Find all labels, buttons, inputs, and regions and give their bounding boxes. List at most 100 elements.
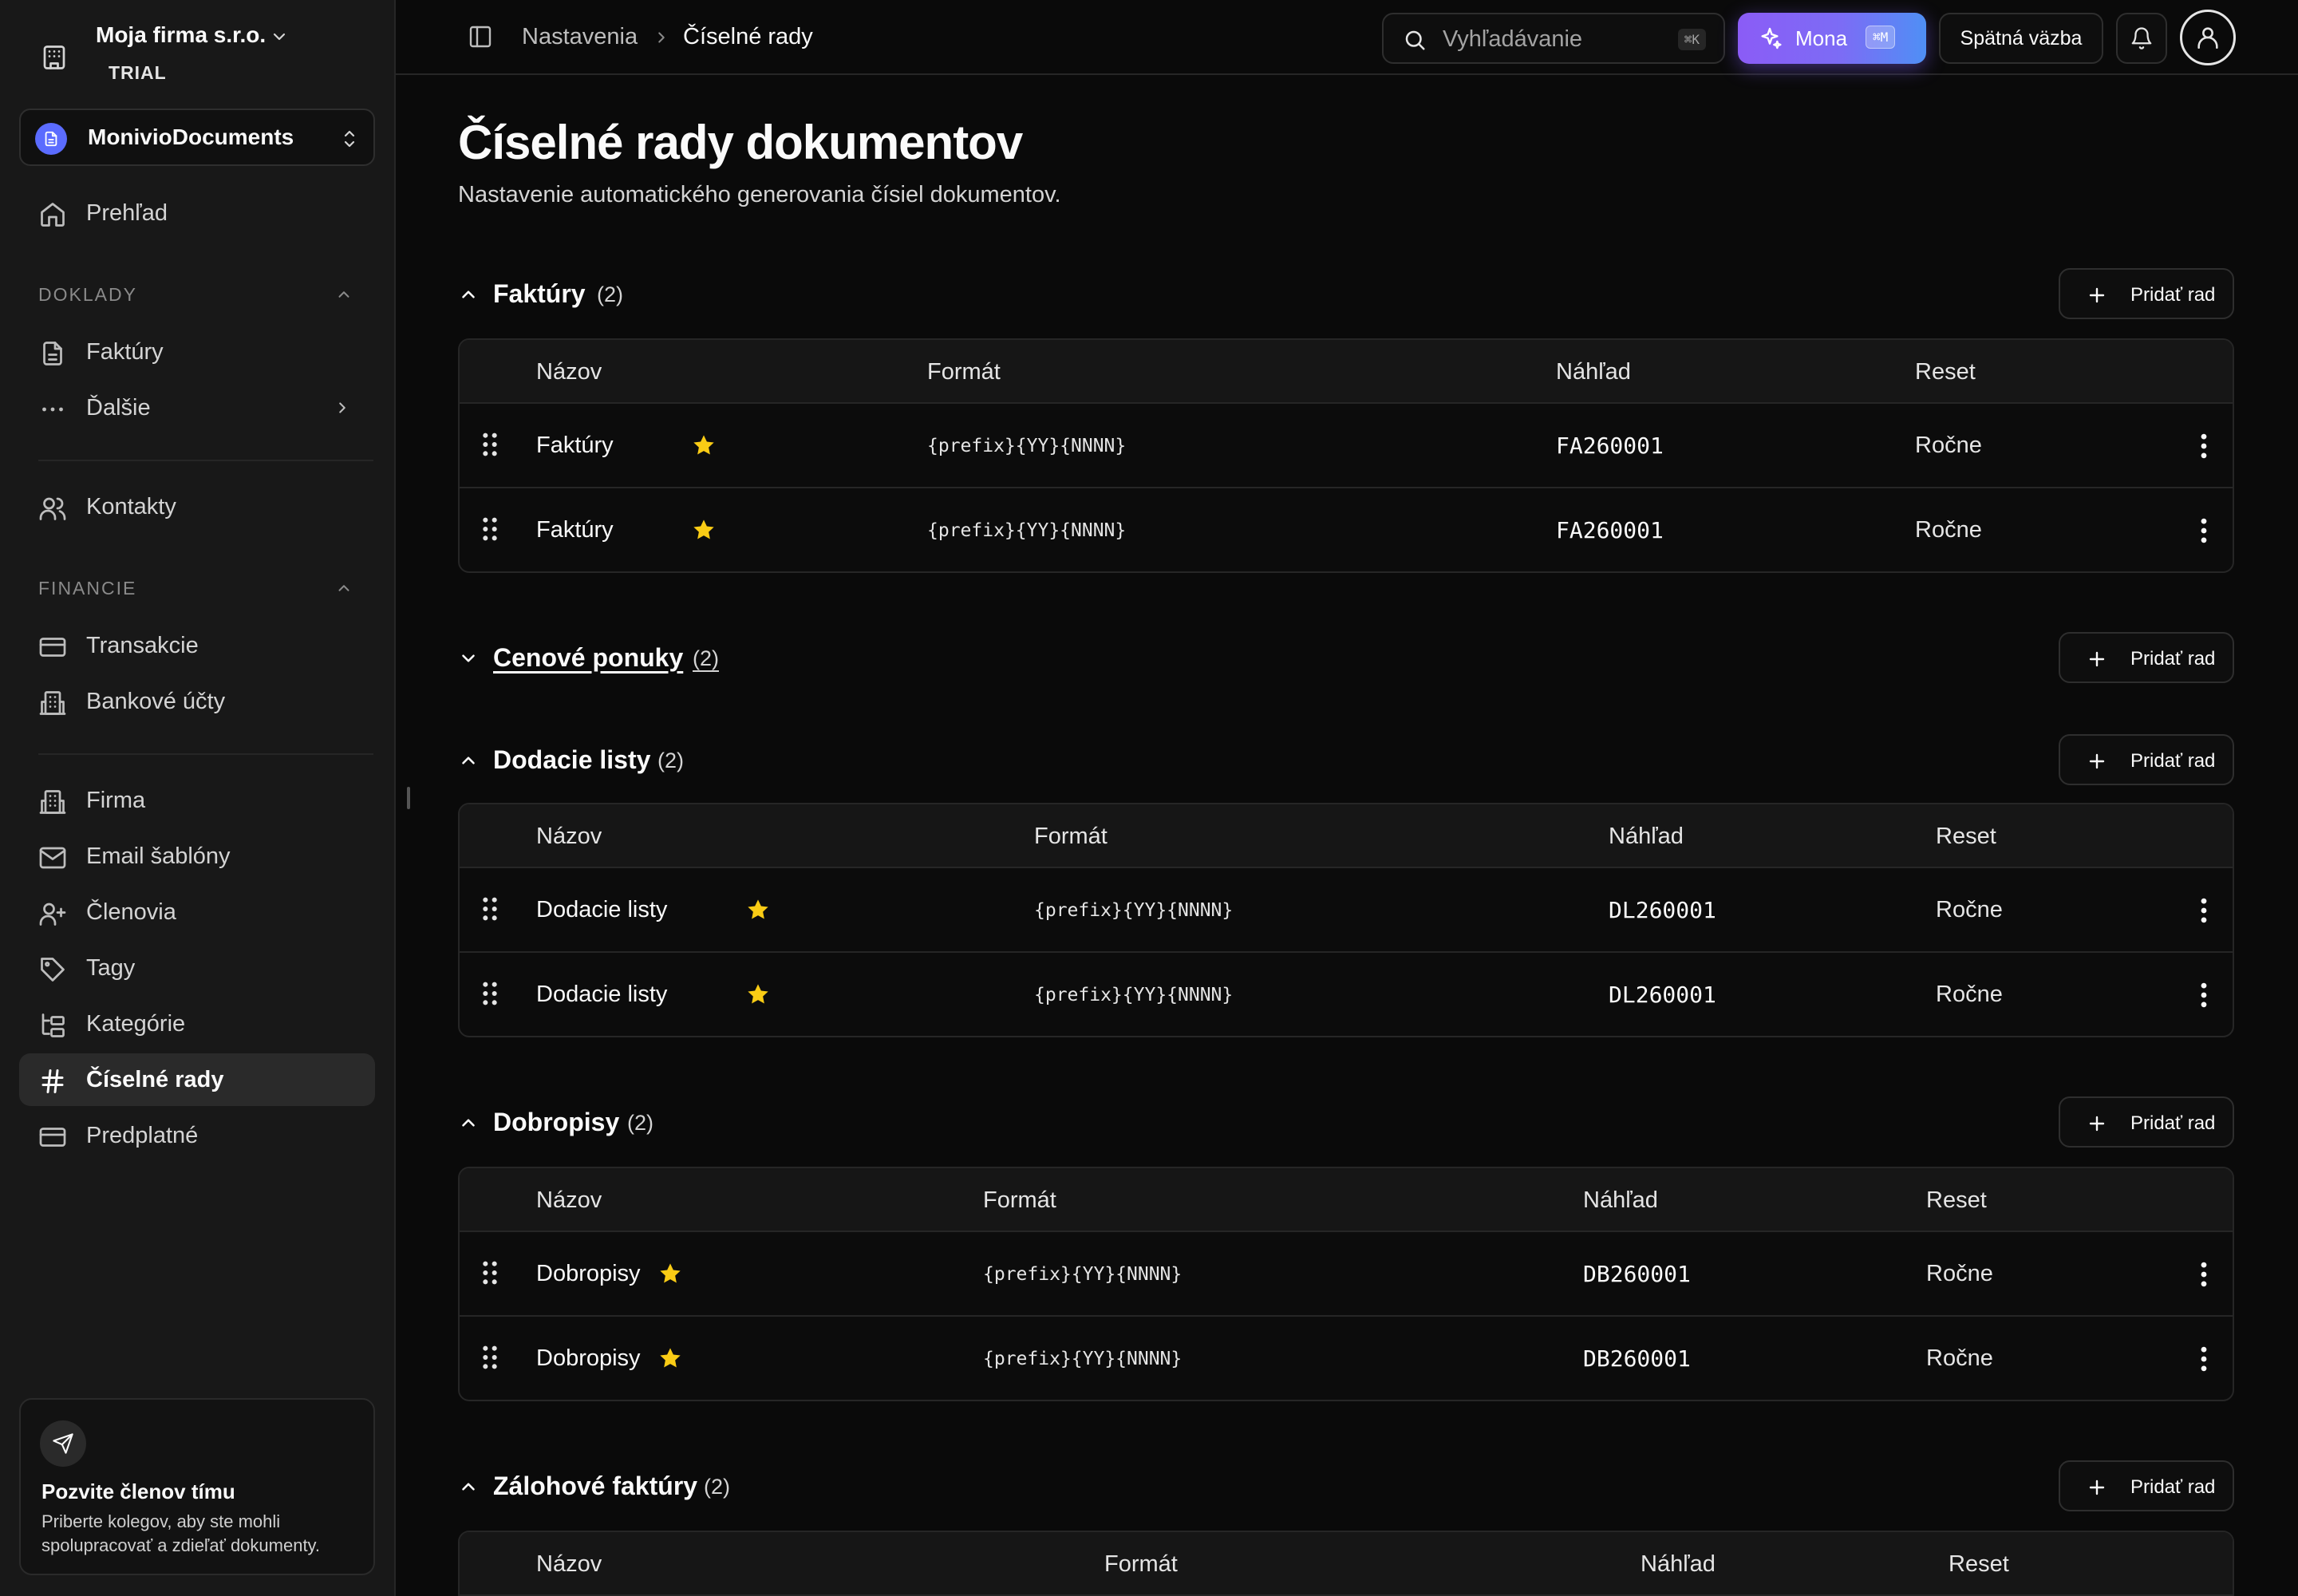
table-row[interactable]: Dodacie listy {prefix}{YY}{NNNN} DL26000…: [460, 953, 2233, 1036]
mona-ai-button[interactable]: Mona ⌘M: [1738, 13, 1926, 64]
send-icon: [40, 1420, 86, 1467]
sidebar-item-tagy[interactable]: Tagy: [19, 942, 375, 994]
more-vertical-icon[interactable]: [2196, 1261, 2212, 1288]
grip-vertical-icon[interactable]: [480, 980, 499, 1007]
credit-card-icon: [39, 1128, 66, 1147]
sidebar: Moja firma s.r.o. TRIAL MonivioDocuments…: [0, 0, 396, 1596]
more-vertical-icon[interactable]: [2196, 982, 2212, 1009]
row-preview: FA260001: [1556, 517, 1664, 543]
plus-icon: [2089, 1479, 2105, 1495]
col-reset: Reset: [1915, 359, 1976, 385]
star-icon: [660, 1263, 681, 1283]
row-preview: DB260001: [1583, 1261, 1691, 1287]
sidebar-item-dalsie[interactable]: Ďalšie: [19, 381, 375, 434]
invite-card[interactable]: Pozvite členov tímu Priberte kolegov, ab…: [19, 1398, 375, 1575]
breadcrumb-current: Číselné rady: [683, 24, 813, 49]
section-count: (2): [597, 282, 623, 306]
col-reset: Reset: [1936, 824, 1996, 849]
search-input[interactable]: Vyhľadávanie ⌘K: [1382, 13, 1725, 64]
section-header-faktury: Faktúry (2) Pridať rad: [458, 268, 2234, 319]
user-avatar[interactable]: [2180, 10, 2236, 65]
invite-text: Priberte kolegov, aby ste mohli spolupra…: [41, 1511, 321, 1555]
row-reset: Ročne: [1936, 897, 2003, 922]
grip-vertical-icon[interactable]: [480, 895, 499, 922]
sidebar-item-clenovia[interactable]: Členovia: [19, 886, 375, 938]
star-icon: [693, 435, 714, 455]
table-row[interactable]: Faktúry {prefix}{YY}{NNNN} FA260001 Ročn…: [460, 404, 2233, 488]
sidebar-item-transakcie[interactable]: Transakcie: [19, 619, 375, 672]
grip-vertical-icon[interactable]: [480, 516, 499, 543]
table-row[interactable]: Dobropisy {prefix}{YY}{NNNN} DB260001 Ro…: [460, 1232, 2233, 1317]
add-series-button[interactable]: Pridať rad: [2059, 1460, 2234, 1511]
chevron-down-icon[interactable]: [458, 648, 479, 669]
plus-icon: [2089, 1116, 2105, 1132]
section-title[interactable]: Zálohové faktúry: [493, 1472, 697, 1501]
row-name: Faktúry: [536, 517, 614, 543]
sidebar-item-firma[interactable]: Firma: [19, 774, 375, 827]
add-series-button[interactable]: Pridať rad: [2059, 734, 2234, 785]
notifications-button[interactable]: [2116, 13, 2167, 64]
chevron-up-icon[interactable]: [335, 579, 353, 597]
chevron-up-icon[interactable]: [458, 284, 479, 305]
sidebar-divider: [38, 460, 373, 461]
home-icon: [41, 203, 65, 227]
panel-left-icon[interactable]: [468, 24, 493, 49]
sidebar-item-bankove-ucty[interactable]: Bankové účty: [19, 675, 375, 728]
breadcrumb-nastavenia[interactable]: Nastavenia: [522, 24, 638, 50]
more-vertical-icon[interactable]: [2196, 433, 2212, 460]
sidebar-item-label: Ďalšie: [86, 394, 151, 421]
col-format: Formát: [983, 1187, 1056, 1213]
mail-icon: [39, 847, 66, 869]
grip-vertical-icon[interactable]: [480, 1259, 499, 1286]
series-table-dobropisy: Názov Formát Náhľad Reset Dobropisy {pre…: [458, 1167, 2234, 1401]
more-vertical-icon[interactable]: [2196, 517, 2212, 544]
chevron-up-icon[interactable]: [458, 750, 479, 771]
grip-vertical-icon[interactable]: [480, 431, 499, 458]
row-preview: FA260001: [1556, 433, 1664, 459]
chevrons-up-down-icon: [344, 130, 355, 148]
section-label-financie: FINANCIE: [38, 578, 137, 598]
section-title[interactable]: Dodacie listy: [493, 745, 650, 775]
sidebar-item-faktury[interactable]: Faktúry: [19, 326, 375, 378]
grip-vertical-icon[interactable]: [480, 1344, 499, 1371]
sidebar-item-email-sablony[interactable]: Email šablóny: [19, 830, 375, 883]
org-switcher[interactable]: Moja firma s.r.o. TRIAL: [32, 18, 367, 85]
row-preview: DL260001: [1609, 982, 1716, 1008]
col-format: Formát: [1034, 824, 1108, 849]
building-icon: [39, 790, 66, 814]
section-title[interactable]: Dobropisy: [493, 1108, 619, 1137]
chevron-up-icon[interactable]: [335, 286, 353, 303]
chevron-down-icon: [273, 33, 286, 41]
sidebar-item-label: Email šablóny: [86, 843, 231, 869]
workspace-switcher[interactable]: MonivioDocuments: [19, 109, 375, 166]
chevron-up-icon[interactable]: [458, 1476, 479, 1497]
table-row[interactable]: Dodacie listy {prefix}{YY}{NNNN} DL26000…: [460, 868, 2233, 953]
chevron-up-icon[interactable]: [458, 1112, 479, 1133]
series-table-faktury: Názov Formát Náhľad Reset Faktúry {prefi…: [458, 338, 2234, 573]
section-count: (2): [704, 1475, 730, 1499]
sidebar-item-overview[interactable]: Prehľad: [19, 187, 375, 239]
table-row[interactable]: Dobropisy {prefix}{YY}{NNNN} DB260001 Ro…: [460, 1317, 2233, 1400]
feedback-button[interactable]: Spätná väzba: [1939, 13, 2103, 64]
section-header-zalohove-faktury: Zálohové faktúry (2) Pridať rad: [458, 1460, 2234, 1511]
section-title[interactable]: Cenové ponuky: [493, 643, 683, 673]
col-reset: Reset: [1949, 1551, 2009, 1577]
sidebar-item-kategorie[interactable]: Kategórie: [19, 998, 375, 1050]
add-series-button[interactable]: Pridať rad: [2059, 268, 2234, 319]
add-series-button[interactable]: Pridať rad: [2059, 632, 2234, 683]
more-vertical-icon[interactable]: [2196, 1345, 2212, 1373]
section-header-cenove-ponuky: Cenové ponuky (2) Pridať rad: [458, 632, 2234, 683]
sidebar-item-predplatne[interactable]: Predplatné: [19, 1109, 375, 1162]
sidebar-item-ciselne-rady[interactable]: Číselné rady: [19, 1053, 375, 1106]
table-row[interactable]: Faktúry {prefix}{YY}{NNNN} FA260001 Ročn…: [460, 488, 2233, 571]
sidebar-item-label: Číselné rady: [86, 1066, 224, 1092]
sidebar-item-label: Transakcie: [86, 632, 199, 658]
col-preview: Náhľad: [1556, 359, 1631, 385]
tag-icon: [41, 958, 65, 982]
row-format: {prefix}{YY}{NNNN}: [983, 1264, 1183, 1285]
add-series-button[interactable]: Pridať rad: [2059, 1096, 2234, 1148]
more-vertical-icon[interactable]: [2196, 897, 2212, 924]
sidebar-item-kontakty[interactable]: Kontakty: [19, 480, 375, 533]
section-title[interactable]: Faktúry: [493, 279, 586, 309]
row-reset: Ročne: [1936, 982, 2003, 1007]
